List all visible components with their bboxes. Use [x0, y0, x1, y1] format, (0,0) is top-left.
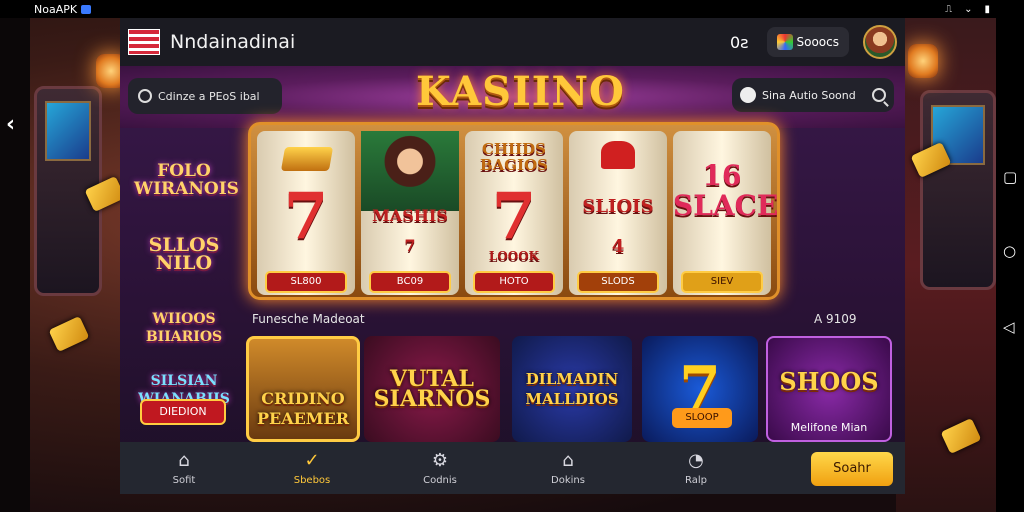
- section-title: Funesche Madeoat: [252, 312, 365, 326]
- gold-bar-icon: [280, 147, 334, 171]
- nav-label: Sbebos: [293, 474, 331, 486]
- reel-label: HOTO: [473, 271, 555, 293]
- wallet-label: Sooocs: [796, 35, 840, 49]
- tile-label: Melifone Mian: [790, 421, 868, 434]
- tile-label: SLOOP: [672, 408, 732, 428]
- chip-icon: [740, 87, 756, 103]
- reel-label: SL800: [265, 271, 347, 293]
- game-tile[interactable]: SHOOS Melifone Mian: [766, 336, 892, 442]
- nav-home[interactable]: ⌂ Sofit: [120, 449, 248, 486]
- search-placeholder: Sina Autio Soond: [762, 88, 856, 102]
- reel-5: 16 SLACE SIEV: [673, 131, 779, 295]
- triangle-icon[interactable]: ◁: [1003, 318, 1015, 336]
- nav-settings[interactable]: ⚙ Codnis: [376, 449, 504, 486]
- game-tile[interactable]: CRIDINO PEAEMER: [246, 336, 360, 442]
- reel-symbol: MASHIS 7: [372, 206, 448, 255]
- side-game-logo[interactable]: WIIOOS BIIARIOS: [134, 310, 234, 346]
- kasino-logo: KASIINO: [416, 68, 625, 115]
- cta-button[interactable]: Soahr: [811, 452, 893, 486]
- counter: 0ƨ: [729, 32, 749, 52]
- slot-reels[interactable]: 7 SL800 MASHIS 7 BC09 CHIIDS BAGIOS 7 LO…: [248, 122, 780, 300]
- reel-label: SIEV: [681, 271, 763, 293]
- avatar[interactable]: [863, 25, 897, 59]
- nav-label: Codnis: [423, 474, 457, 486]
- shield-check-icon: ✓: [304, 449, 320, 471]
- app-name: Nndainadinai: [170, 31, 296, 53]
- reel-symbol: 7: [491, 179, 537, 254]
- reel-symbol-mid: LOOOK: [488, 249, 540, 263]
- game-tile[interactable]: DILMADIN MALLDIOS: [512, 336, 632, 442]
- square-icon[interactable]: ▢: [1003, 168, 1017, 186]
- lock-house-icon: ⌂: [562, 449, 574, 471]
- promo-pill[interactable]: Cdinze a PEoS ibal: [128, 78, 282, 114]
- radio-icon: [138, 89, 152, 103]
- battery-icon: ▮: [984, 3, 990, 15]
- game-tile[interactable]: VUTAL SIARNOS: [364, 336, 500, 442]
- status-title: NoaAPK: [34, 2, 78, 16]
- cat-icon: [601, 141, 635, 169]
- reel-symbol-top: CHIIDS BAGIOS: [479, 140, 549, 174]
- reel-1: 7 SL800: [257, 131, 355, 295]
- reel-label: SLODS: [577, 271, 659, 293]
- reel-symbol: 7: [283, 179, 329, 254]
- status-bar: NoaAPK ⎍ ⌄ ▮: [0, 0, 1024, 18]
- back-arrow-icon[interactable]: ‹: [6, 112, 15, 137]
- flag-icon[interactable]: [128, 29, 160, 55]
- nav-label: Ralp: [685, 474, 707, 486]
- nav-shield[interactable]: ✓ Sbebos: [248, 449, 376, 486]
- lamp-right: [908, 44, 938, 78]
- nav-lock[interactable]: ⌂ Dokins: [504, 449, 632, 486]
- bottom-nav: ⌂ Sofit ✓ Sbebos ⚙ Codnis ⌂ Dokins ◔ Ral…: [120, 442, 905, 494]
- tile-title: DILMADIN MALLDIOS: [525, 370, 619, 408]
- circle-icon[interactable]: ○: [1003, 242, 1016, 260]
- game-tile[interactable]: 7 SLOOP: [642, 336, 758, 442]
- reel-symbol: 16 SLACE: [673, 159, 779, 222]
- promo-text: Cdinze a PEoS ibal: [158, 89, 260, 103]
- wallet-button[interactable]: Sooocs: [766, 27, 849, 57]
- arcade-machine-far-right: [920, 90, 996, 290]
- search-icon[interactable]: [872, 88, 886, 102]
- gem-icon: [776, 34, 793, 50]
- system-nav-bar: ▢ ○ ◁: [996, 18, 1024, 512]
- top-bar: Nndainadinai 0ƨ Sooocs: [120, 18, 905, 66]
- tile-title: CRIDINO PEAEMER: [256, 389, 350, 428]
- signal-icon: ⌄: [964, 3, 973, 15]
- app-window: Nndainadinai 0ƨ Sooocs Cdinze a PEoS iba…: [120, 18, 905, 494]
- reel-2: MASHIS 7 BC09: [361, 131, 459, 295]
- nav-chat[interactable]: ◔ Ralp: [632, 449, 760, 486]
- gear-icon: ⚙: [431, 449, 449, 471]
- side-game-list: FOLO WIRANOIS SLLOS NILO WIIOOS BIIARIOS…: [120, 126, 240, 442]
- search-bar[interactable]: Sina Autio Soond: [732, 78, 894, 112]
- side-game-logo[interactable]: SLLOS NILO: [134, 236, 234, 273]
- reel-4: SLIOIS 4 SLODS: [569, 131, 667, 295]
- nav-label: Sofit: [172, 474, 196, 486]
- vibrate-icon: ⎍: [945, 3, 953, 15]
- reel-symbol: SLIOIS 4: [582, 196, 654, 257]
- app-badge-icon: [81, 4, 92, 14]
- tile-title: SHOOS: [779, 367, 879, 396]
- nav-label: Dokins: [551, 474, 585, 486]
- home-icon: ⌂: [178, 449, 190, 471]
- reel-label: BC09: [369, 271, 451, 293]
- side-game-logo[interactable]: FOLO WIRANOIS: [134, 162, 239, 198]
- reel-3: CHIIDS BAGIOS 7 LOOOK HOTO: [465, 131, 563, 295]
- tile-title: VUTAL SIARNOS: [373, 366, 491, 412]
- character-portrait: [361, 131, 459, 211]
- chat-icon: ◔: [688, 449, 704, 471]
- section-count: A 9109: [814, 312, 857, 326]
- side-button[interactable]: DIEDION: [140, 399, 226, 425]
